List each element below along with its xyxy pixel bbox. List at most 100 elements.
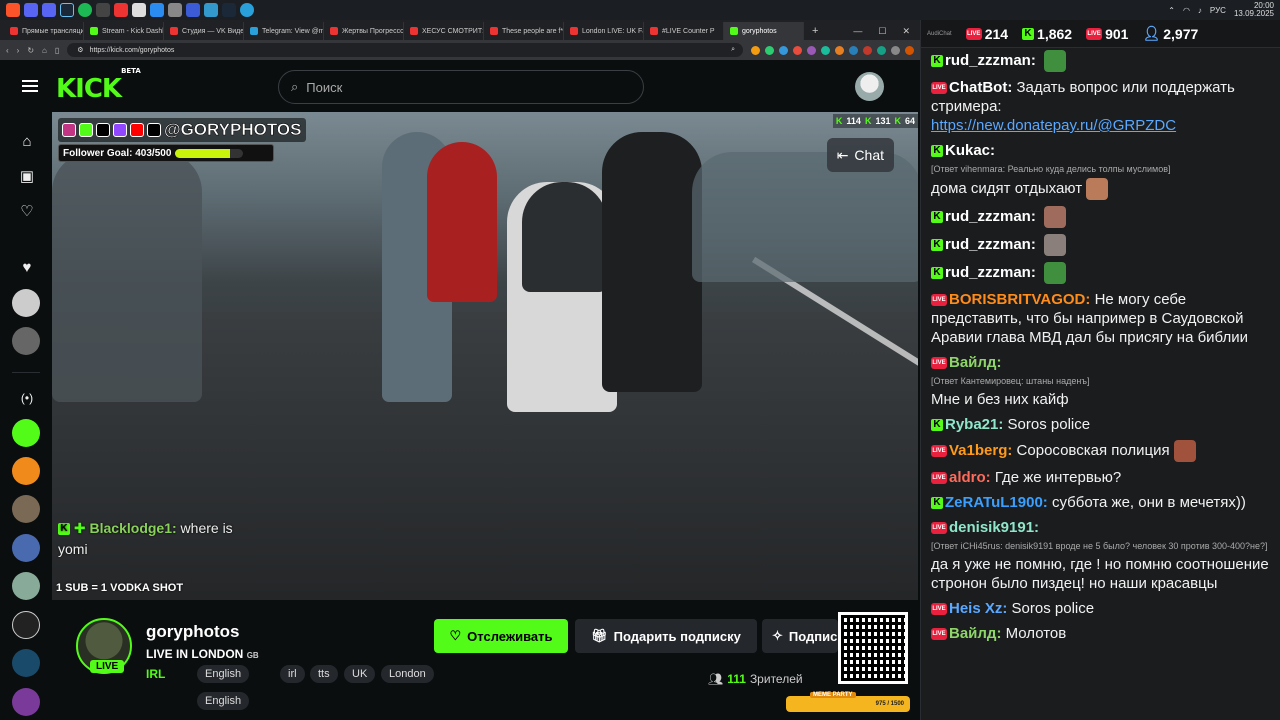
extension-icon[interactable] bbox=[779, 45, 788, 55]
app-icon[interactable] bbox=[96, 3, 110, 17]
kick-logo[interactable]: KICKBETA bbox=[56, 67, 141, 104]
app-icon[interactable] bbox=[204, 3, 218, 17]
zoom-icon[interactable]: ⌕ bbox=[731, 46, 735, 54]
home-icon[interactable]: ⌂ bbox=[12, 126, 42, 156]
chat-link[interactable]: https://new.donatepay.ru/@GRPZDC bbox=[931, 117, 1176, 134]
tag[interactable]: English bbox=[197, 692, 250, 710]
clock[interactable]: 20:00 13.09.2025 bbox=[1234, 2, 1274, 18]
app-icon[interactable] bbox=[186, 3, 200, 17]
extension-icon[interactable] bbox=[835, 45, 844, 55]
channel-avatar[interactable] bbox=[12, 419, 40, 447]
extension-icon[interactable] bbox=[821, 45, 830, 55]
reload-icon[interactable]: ↻ bbox=[27, 46, 34, 55]
browser-tab[interactable]: Студия — VK Видео bbox=[164, 22, 244, 40]
extension-icon[interactable] bbox=[877, 45, 886, 55]
browser-tab[interactable]: ХЕСУС СМОТРИТ: У bbox=[404, 22, 484, 40]
open-chat-button[interactable]: ⇤ Chat bbox=[826, 138, 894, 172]
extension-icon[interactable] bbox=[751, 45, 760, 55]
tag[interactable]: irl bbox=[280, 665, 305, 683]
browser-tab[interactable]: goryphotos bbox=[724, 22, 804, 40]
chat-messages[interactable]: Krud_zzzman: LIVE ChatBot: Задать вопрос … bbox=[921, 48, 1280, 651]
browser-tab[interactable]: London LIVE: UK Fa bbox=[564, 22, 644, 40]
home-icon[interactable]: ⌂ bbox=[42, 46, 47, 55]
new-tab-button[interactable]: + bbox=[804, 22, 826, 40]
chat-username[interactable]: Kukac: bbox=[945, 142, 995, 159]
subscribe-button[interactable]: ✧ Подпис bbox=[762, 619, 838, 653]
favorites-icon[interactable]: ♥ bbox=[12, 252, 42, 282]
browser-tab[interactable]: These people are f*c bbox=[484, 22, 564, 40]
gift-sub-button[interactable]: 🎁︎ Подарить подписку bbox=[575, 619, 757, 653]
minimize-icon[interactable]: — bbox=[853, 26, 862, 36]
extension-icon[interactable] bbox=[863, 45, 872, 55]
chat-username[interactable]: Heis Xz: bbox=[949, 600, 1007, 617]
tag[interactable]: UK bbox=[344, 665, 376, 683]
spotify-icon[interactable] bbox=[78, 3, 92, 17]
menu-icon[interactable] bbox=[22, 80, 38, 92]
streamer-name[interactable]: goryphotos bbox=[146, 622, 240, 642]
discord-icon[interactable] bbox=[42, 3, 56, 17]
extension-icon[interactable] bbox=[807, 45, 816, 55]
tag[interactable]: English bbox=[197, 665, 250, 683]
site-info-icon[interactable]: ⚙ bbox=[77, 46, 83, 54]
search-input[interactable]: ⌕ Поиск bbox=[278, 70, 644, 104]
channel-avatar[interactable] bbox=[12, 572, 40, 600]
following-icon[interactable]: ♡ bbox=[12, 196, 42, 226]
channel-avatar[interactable] bbox=[12, 327, 40, 355]
maximize-icon[interactable]: ☐ bbox=[878, 26, 886, 37]
tray-arrow-icon[interactable]: ⌃ bbox=[1168, 6, 1175, 15]
language-indicator[interactable]: РУС bbox=[1210, 6, 1226, 15]
tag[interactable]: London bbox=[381, 665, 434, 683]
app-icon[interactable] bbox=[114, 3, 128, 17]
browser-tab[interactable]: Telegram: View @m bbox=[244, 22, 324, 40]
chat-username[interactable]: rud_zzzman: bbox=[945, 52, 1036, 69]
chat-username[interactable]: denisik9191: bbox=[949, 519, 1039, 536]
chat-username[interactable]: Вайлд: bbox=[949, 625, 1001, 642]
channel-avatar[interactable] bbox=[12, 289, 40, 317]
close-icon[interactable]: ✕ bbox=[902, 26, 910, 37]
live-icon[interactable]: (•) bbox=[12, 383, 42, 413]
volume-icon[interactable]: ♪ bbox=[1198, 6, 1202, 15]
user-avatar[interactable] bbox=[855, 72, 884, 101]
chat-username[interactable]: Va1berg: bbox=[949, 442, 1012, 459]
chat-username[interactable]: Вайлд: bbox=[949, 354, 1001, 371]
forward-icon[interactable]: › bbox=[17, 46, 20, 55]
app-icon[interactable] bbox=[168, 3, 182, 17]
browser-tab[interactable]: Stream - Kick Dashb bbox=[84, 22, 164, 40]
app-icon[interactable] bbox=[150, 3, 164, 17]
channel-avatar[interactable] bbox=[12, 611, 40, 639]
chat-username[interactable]: ZeRATuL1900: bbox=[945, 494, 1048, 511]
chat-username[interactable]: Ryba21: bbox=[945, 416, 1003, 433]
brave-icon[interactable] bbox=[6, 3, 20, 17]
channel-avatar[interactable] bbox=[12, 688, 40, 716]
telegram-icon[interactable] bbox=[240, 3, 254, 17]
browser-tab[interactable]: Прямые трансляции bbox=[4, 22, 84, 40]
chat-username[interactable]: rud_zzzman: bbox=[945, 208, 1036, 225]
bookmark-icon[interactable]: ▯ bbox=[55, 46, 59, 55]
extension-icon[interactable] bbox=[849, 45, 858, 55]
steam-icon[interactable] bbox=[222, 3, 236, 17]
extension-icon[interactable] bbox=[905, 45, 914, 55]
extension-icon[interactable] bbox=[793, 45, 802, 55]
chat-username[interactable]: BORISBRITVAGOD: bbox=[949, 291, 1090, 308]
channel-avatar[interactable] bbox=[12, 649, 40, 677]
chat-username[interactable]: rud_zzzman: bbox=[945, 236, 1036, 253]
chat-username[interactable]: aldro: bbox=[949, 469, 991, 486]
chat-username[interactable]: rud_zzzman: bbox=[945, 264, 1036, 281]
stream-category[interactable]: IRL bbox=[146, 667, 165, 681]
extension-icon[interactable] bbox=[765, 45, 774, 55]
channel-avatar[interactable] bbox=[12, 495, 40, 523]
channel-avatar[interactable] bbox=[12, 457, 40, 485]
channel-avatar[interactable] bbox=[12, 534, 40, 562]
chat-username[interactable]: ChatBot: bbox=[949, 79, 1012, 96]
url-field[interactable]: ⚙ https://kick.com/goryphotos ⌕ bbox=[67, 43, 743, 57]
extension-icon[interactable] bbox=[891, 45, 900, 55]
back-icon[interactable]: ‹ bbox=[6, 46, 9, 55]
browse-icon[interactable]: ▣ bbox=[12, 161, 42, 191]
browser-tab[interactable]: #LIVE Counter P bbox=[644, 22, 724, 40]
discord-icon[interactable] bbox=[24, 3, 38, 17]
tag[interactable]: tts bbox=[310, 665, 338, 683]
app-icon[interactable] bbox=[132, 3, 146, 17]
video-player[interactable]: @GORYPHOTOS Follower Goal: 403/500 K 114 … bbox=[52, 112, 918, 600]
browser-tab[interactable]: Жертвы Прогрессо bbox=[324, 22, 404, 40]
follow-button[interactable]: ♡ Отслеживать bbox=[434, 619, 568, 653]
